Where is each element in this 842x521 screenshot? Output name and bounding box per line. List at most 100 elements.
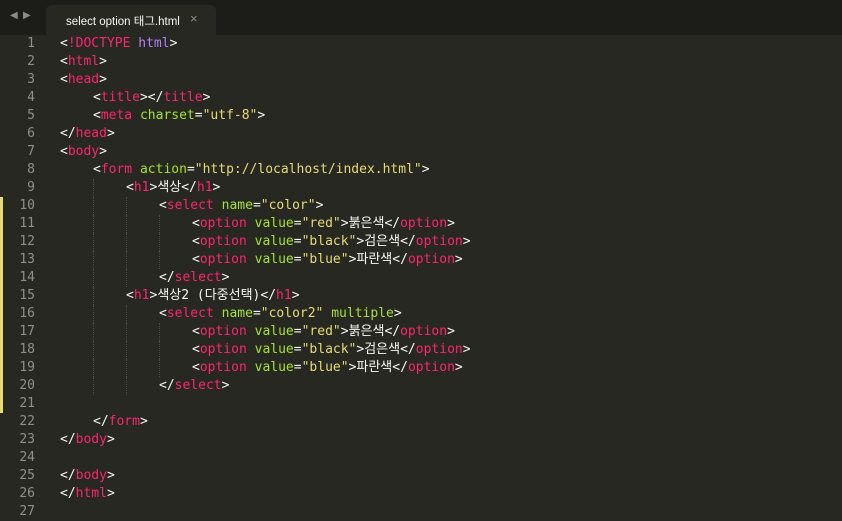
token-punct: </ [384, 216, 401, 231]
token-tag: select [166, 306, 214, 321]
line-number: 7 [27, 144, 35, 159]
code-text: <body> [60, 143, 107, 161]
token-tag: h1 [133, 180, 150, 195]
code-line[interactable]: 12 <option value="black">검은색</option> [0, 233, 842, 251]
line-number: 26 [19, 486, 35, 501]
token-punct: </ [181, 180, 197, 195]
indent-guide [93, 269, 94, 287]
indent-guide [93, 215, 94, 233]
line-number: 18 [19, 342, 35, 357]
token-punct: > [447, 216, 455, 231]
code-line[interactable]: 9 <h1>색상</h1> [0, 179, 842, 197]
code-line[interactable]: 27 [0, 503, 842, 521]
token-tag: body [75, 432, 107, 447]
nav-forward-icon[interactable]: ▶ [23, 11, 31, 21]
token-str: "black" [301, 234, 357, 249]
code-line[interactable]: 16 <select name="color2" multiple> [0, 305, 842, 323]
code-text: <html> [60, 53, 107, 71]
code-line[interactable]: 22 </form> [0, 413, 842, 431]
token-punct: < [126, 180, 134, 195]
indent-guide [93, 305, 94, 323]
token-punct [247, 252, 255, 267]
code-line[interactable]: 26 </html> [0, 485, 842, 503]
token-tag: option [400, 216, 448, 231]
line-number: 8 [27, 162, 35, 177]
token-punct: > [221, 378, 230, 393]
code-line[interactable]: 13 <option value="blue">파란색</option> [0, 251, 842, 269]
indent-guide [159, 341, 160, 359]
indent-guide [93, 179, 94, 197]
tab-file[interactable]: select option 태그.html × [46, 5, 216, 35]
token-punct: < [159, 198, 167, 213]
code-line[interactable]: 19 <option value="blue">파란색</option> [0, 359, 842, 377]
code-text: <select name="color"> [159, 197, 323, 215]
indent-guide [126, 323, 127, 341]
token-tag: option [400, 324, 448, 339]
code-line[interactable]: 24 [0, 449, 842, 467]
token-punct: > [106, 126, 115, 141]
line-number: 2 [27, 54, 35, 69]
token-text: 붉은색 [348, 216, 385, 231]
code-line[interactable]: 17 <option value="red">붉은색</option> [0, 323, 842, 341]
indent-guide [159, 323, 160, 341]
close-icon[interactable]: × [190, 12, 198, 26]
token-tag: option [407, 252, 455, 267]
token-attr: name [221, 198, 253, 213]
code-text: <option value="blue">파란색</option> [192, 359, 463, 377]
code-line[interactable]: 8 <form action="http://localhost/index.ht… [0, 161, 842, 179]
code-line[interactable]: 1 <!DOCTYPE html> [0, 35, 842, 53]
token-punct: </ [159, 270, 175, 285]
code-line[interactable]: 14 </select> [0, 269, 842, 287]
token-attr: value [254, 234, 294, 249]
code-text: <select name="color2" multiple> [159, 305, 402, 323]
token-punct: = [293, 342, 302, 357]
token-str: "red" [301, 324, 341, 339]
token-str: "blue" [301, 360, 349, 375]
code-line[interactable]: 6 </head> [0, 125, 842, 143]
code-line[interactable]: 20 </select> [0, 377, 842, 395]
token-text: 검은색 [364, 234, 401, 249]
code-text: <h1>색상</h1> [126, 179, 220, 197]
token-punct: </ [93, 414, 109, 429]
token-punct [247, 216, 255, 231]
token-punct: > [462, 234, 471, 249]
code-line[interactable]: 7 <body> [0, 143, 842, 161]
code-line[interactable]: 21 [0, 395, 842, 413]
code-line[interactable]: 5 <meta charset="utf-8"> [0, 107, 842, 125]
code-line[interactable]: 23 </body> [0, 431, 842, 449]
token-punct: < [60, 54, 68, 69]
indent-guide [159, 359, 160, 377]
code-line[interactable]: 25 </body> [0, 467, 842, 485]
token-punct: </ [384, 324, 401, 339]
token-punct: < [60, 36, 68, 51]
token-text: 색상 [157, 180, 182, 195]
code-editor[interactable]: 1 <!DOCTYPE html> 2 <html> 3 <head> 4 <title></… [0, 35, 842, 519]
token-text: 파란색 [356, 252, 393, 267]
token-punct: > [315, 198, 324, 213]
token-tag: title [163, 90, 203, 105]
line-number: 3 [27, 72, 35, 87]
code-text: <meta charset="utf-8"> [93, 107, 265, 125]
code-line[interactable]: 2 <html> [0, 53, 842, 71]
token-punct: > [106, 486, 115, 501]
token-tag: option [199, 360, 247, 375]
token-tag: h1 [276, 288, 292, 303]
line-number: 23 [19, 432, 35, 447]
code-line[interactable]: 10 <select name="color"> [0, 197, 842, 215]
token-punct: > [202, 90, 211, 105]
nav-back-icon[interactable]: ◀ [10, 11, 18, 21]
code-text: </head> [60, 125, 115, 143]
code-line[interactable]: 3 <head> [0, 71, 842, 89]
code-line[interactable]: 11 <option value="red">붉은색</option> [0, 215, 842, 233]
indent-guide [126, 215, 127, 233]
code-line[interactable]: 4 <title></title> [0, 89, 842, 107]
token-attr: value [254, 252, 294, 267]
token-punct: </ [60, 432, 76, 447]
line-number: 19 [19, 360, 35, 375]
token-punct: > [340, 324, 349, 339]
code-text: <option value="black">검은색</option> [192, 233, 471, 251]
code-line[interactable]: 18 <option value="black">검은색</option> [0, 341, 842, 359]
code-text: <!DOCTYPE html> [60, 35, 177, 53]
code-line[interactable]: 15 <h1>색상2 (다중선택)</h1> [0, 287, 842, 305]
token-punct: > [393, 306, 402, 321]
